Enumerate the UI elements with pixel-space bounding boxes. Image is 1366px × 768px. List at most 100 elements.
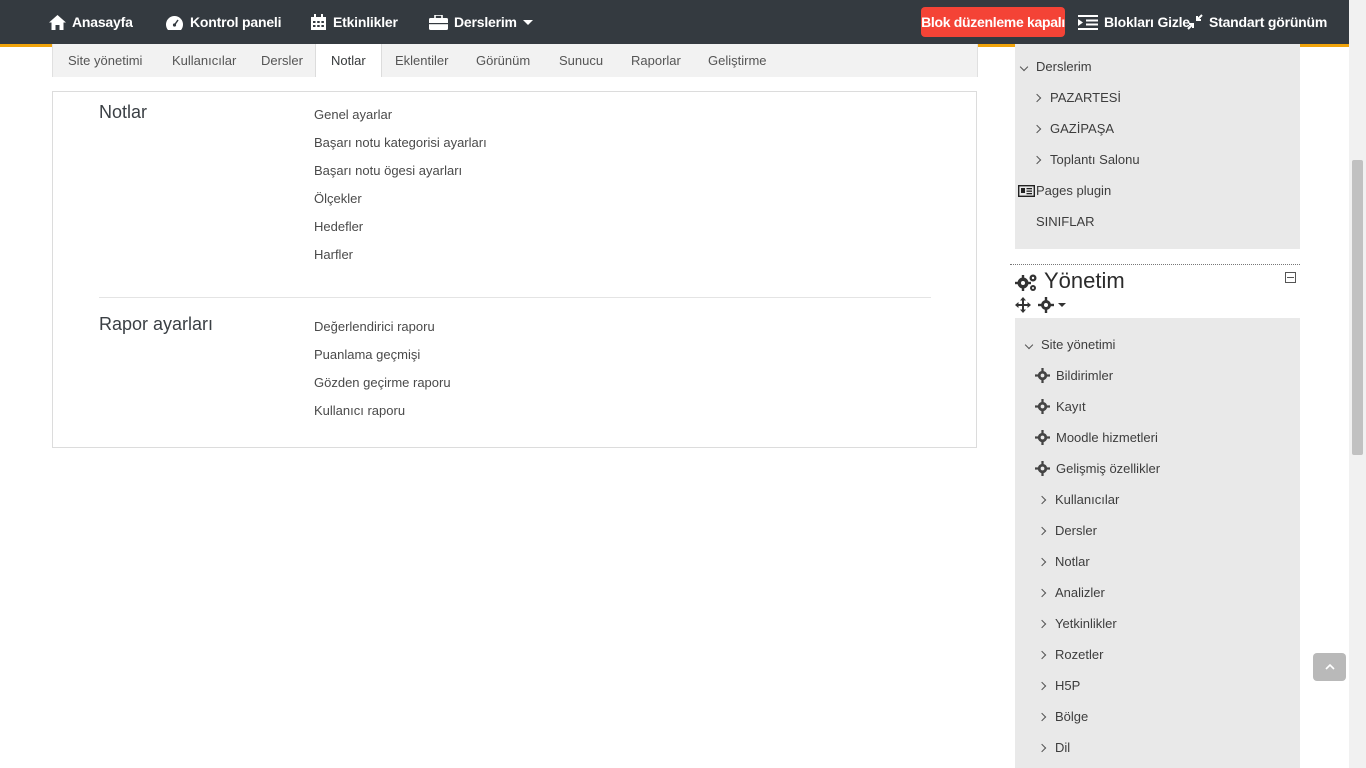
- chevron-right-icon: [1037, 650, 1047, 659]
- cogs-icon: [1015, 274, 1037, 291]
- admin-cat-language[interactable]: Dil: [1037, 740, 1071, 755]
- tree-course-label: PAZARTESİ: [1050, 90, 1122, 105]
- admin-cat-label: Rozetler: [1055, 647, 1104, 662]
- admin-cat-label: Yetkinlikler: [1055, 616, 1117, 631]
- chevron-right-icon: [1032, 124, 1042, 133]
- chevron-right-icon: [1037, 588, 1047, 597]
- chevron-right-icon: [1037, 557, 1047, 566]
- tab-plugins[interactable]: Eklentiler: [395, 44, 448, 77]
- tab-appearance[interactable]: Görünüm: [476, 44, 530, 77]
- block-editing-button[interactable]: Blok düzenleme kapalı: [921, 7, 1065, 37]
- chevron-up-icon: [1324, 664, 1335, 670]
- tree-site-admin-label: Site yönetimi: [1041, 337, 1116, 352]
- chevron-down-icon: [1024, 340, 1034, 349]
- chevron-down-icon: [1019, 62, 1029, 71]
- admin-cat-users[interactable]: Kullanıcılar: [1037, 492, 1119, 507]
- gear-icon: [1038, 297, 1054, 313]
- home-icon: [49, 14, 66, 30]
- collapse-block-button[interactable]: [1285, 272, 1296, 283]
- link-overview-report[interactable]: Gözden geçirme raporu: [314, 375, 451, 390]
- move-icon[interactable]: [1015, 297, 1031, 313]
- block-actions-menu[interactable]: [1038, 297, 1066, 313]
- section-title-report-settings: Rapor ayarları: [99, 314, 214, 334]
- admin-cat-competencies[interactable]: Yetkinlikler: [1037, 616, 1117, 631]
- dashboard-icon: [165, 15, 184, 30]
- tree-course-label: Toplantı Salonu: [1050, 152, 1140, 167]
- events-link[interactable]: Etkinlikler: [310, 0, 398, 44]
- gear-icon: [1035, 461, 1050, 476]
- admin-cat-label: Analizler: [1055, 585, 1105, 600]
- indent-icon: [1078, 14, 1098, 30]
- tab-reports[interactable]: Raporlar: [631, 44, 681, 77]
- link-grader-report[interactable]: Değerlendirici raporu: [314, 319, 435, 334]
- link-user-report[interactable]: Kullanıcı raporu: [314, 403, 405, 418]
- tree-pages-plugin-label: Pages plugin: [1036, 183, 1112, 198]
- tab-server[interactable]: Sunucu: [559, 44, 603, 77]
- admin-notifications-label: Bildirimler: [1056, 368, 1114, 383]
- hide-blocks-button[interactable]: Blokları Gizle: [1078, 0, 1190, 44]
- admin-cat-label: Dil: [1055, 740, 1071, 755]
- tree-course-1[interactable]: PAZARTESİ: [1032, 90, 1122, 105]
- standard-view-label: Standart görünüm: [1209, 14, 1328, 30]
- tree-site-admin[interactable]: Site yönetimi: [1024, 337, 1116, 352]
- tree-my-courses-label: Derslerim: [1036, 59, 1092, 74]
- link-scales[interactable]: Ölçekler: [314, 191, 362, 206]
- gear-icon: [1035, 368, 1050, 383]
- tab-users[interactable]: Kullanıcılar: [172, 44, 236, 77]
- admin-cat-courses[interactable]: Dersler: [1037, 523, 1097, 538]
- admin-notifications[interactable]: Bildirimler: [1035, 368, 1113, 383]
- admin-block: [1015, 318, 1300, 768]
- scrollbar-thumb[interactable]: [1352, 160, 1363, 455]
- section-divider: [99, 297, 931, 298]
- hide-blocks-label: Blokları Gizle: [1104, 14, 1190, 30]
- tree-course-2[interactable]: GAZİPAŞA: [1032, 121, 1115, 136]
- gear-icon: [1035, 399, 1050, 414]
- link-outcomes[interactable]: Hedefler: [314, 219, 363, 234]
- admin-cat-h5p[interactable]: H5P: [1037, 678, 1080, 693]
- events-label: Etkinlikler: [333, 14, 398, 30]
- admin-cat-location[interactable]: Bölge: [1037, 709, 1088, 724]
- tree-course-3[interactable]: Toplantı Salonu: [1032, 152, 1140, 167]
- home-label: Anasayfa: [72, 14, 133, 30]
- dashboard-label: Kontrol paneli: [190, 14, 282, 30]
- link-grade-category-settings[interactable]: Başarı notu kategorisi ayarları: [314, 135, 487, 150]
- link-general-settings[interactable]: Genel ayarlar: [314, 107, 392, 122]
- dashboard-link[interactable]: Kontrol paneli: [165, 0, 282, 44]
- tree-course-label: GAZİPAŞA: [1050, 121, 1115, 136]
- link-grade-history[interactable]: Puanlama geçmişi: [314, 347, 420, 362]
- chevron-right-icon: [1037, 619, 1047, 628]
- chevron-right-icon: [1037, 743, 1047, 752]
- block-separator: [1010, 264, 1300, 265]
- chevron-right-icon: [1037, 681, 1047, 690]
- tab-courses[interactable]: Dersler: [261, 44, 303, 77]
- chevron-right-icon: [1037, 495, 1047, 504]
- admin-moodle-services[interactable]: Moodle hizmetleri: [1035, 430, 1158, 445]
- link-grade-item-settings[interactable]: Başarı notu ögesi ayarları: [314, 163, 462, 178]
- tab-development[interactable]: Geliştirme: [708, 44, 767, 77]
- tree-classes[interactable]: SINIFLAR: [1036, 214, 1095, 229]
- tree-pages-plugin[interactable]: Pages plugin: [1018, 183, 1111, 198]
- section-title-grades: Notlar: [99, 102, 148, 122]
- newspaper-icon: [1018, 184, 1035, 197]
- standard-view-button[interactable]: Standart görünüm: [1187, 0, 1327, 44]
- tab-site-admin[interactable]: Site yönetimi: [68, 44, 142, 77]
- chevron-right-icon: [1037, 526, 1047, 535]
- back-to-top-button[interactable]: [1313, 653, 1346, 681]
- grades-settings-card: Notlar Genel ayarlar Başarı notu kategor…: [52, 91, 977, 448]
- my-courses-menu[interactable]: Derslerim: [429, 0, 533, 44]
- admin-registration[interactable]: Kayıt: [1035, 399, 1086, 414]
- admin-advanced-features[interactable]: Gelişmiş özellikler: [1035, 461, 1160, 476]
- calendar-icon: [311, 13, 326, 30]
- caret-down-icon: [1058, 303, 1066, 307]
- admin-cat-grades[interactable]: Notlar: [1037, 554, 1090, 569]
- admin-block-title: Yönetim: [1044, 268, 1125, 293]
- link-letters[interactable]: Harfler: [314, 247, 353, 262]
- admin-cat-badges[interactable]: Rozetler: [1037, 647, 1104, 662]
- chevron-right-icon: [1032, 155, 1042, 164]
- briefcase-icon: [429, 14, 448, 30]
- tab-grades[interactable]: Notlar: [315, 44, 382, 77]
- home-link[interactable]: Anasayfa: [49, 0, 133, 44]
- admin-cat-analytics[interactable]: Analizler: [1037, 585, 1105, 600]
- tree-my-courses[interactable]: Derslerim: [1019, 59, 1092, 74]
- caret-down-icon: [522, 19, 533, 25]
